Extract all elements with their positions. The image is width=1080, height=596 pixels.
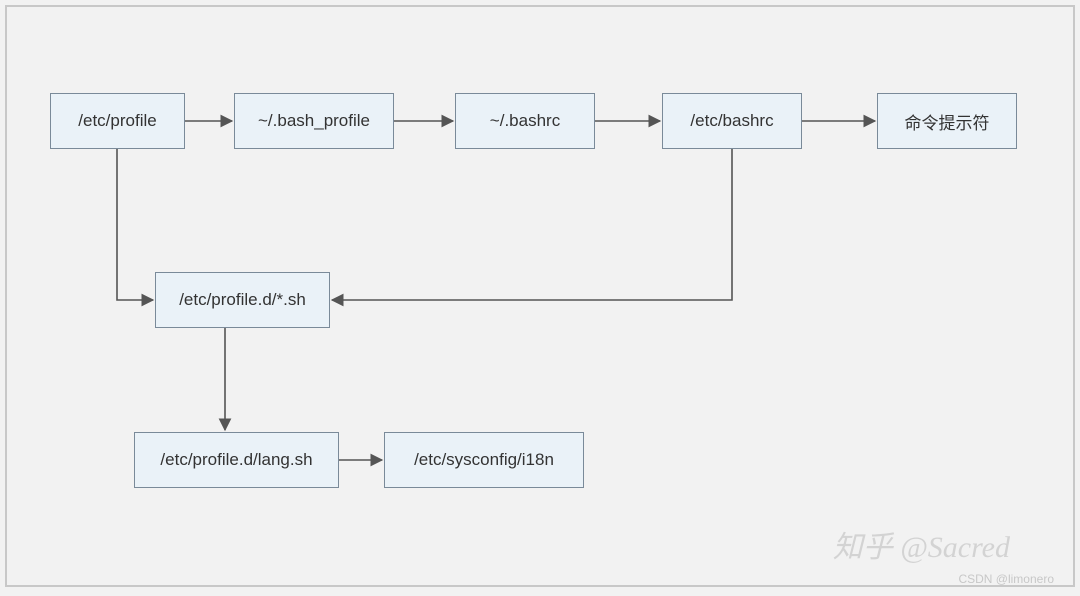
- node-profile-d-sh: /etc/profile.d/*.sh: [155, 272, 330, 328]
- node-command-prompt: 命令提示符: [877, 93, 1017, 149]
- node-label: /etc/sysconfig/i18n: [414, 450, 554, 470]
- node-label: ~/.bash_profile: [258, 111, 370, 131]
- node-label: 命令提示符: [905, 109, 990, 134]
- node-etc-bashrc: /etc/bashrc: [662, 93, 802, 149]
- node-label: /etc/profile.d/*.sh: [179, 290, 306, 310]
- node-sysconfig-i18n: /etc/sysconfig/i18n: [384, 432, 584, 488]
- node-label: /etc/profile: [78, 111, 156, 131]
- node-label: ~/.bashrc: [490, 111, 560, 131]
- node-label: /etc/bashrc: [690, 111, 773, 131]
- node-etc-profile: /etc/profile: [50, 93, 185, 149]
- node-bash-profile: ~/.bash_profile: [234, 93, 394, 149]
- node-label: /etc/profile.d/lang.sh: [160, 450, 312, 470]
- node-profile-d-lang: /etc/profile.d/lang.sh: [134, 432, 339, 488]
- node-home-bashrc: ~/.bashrc: [455, 93, 595, 149]
